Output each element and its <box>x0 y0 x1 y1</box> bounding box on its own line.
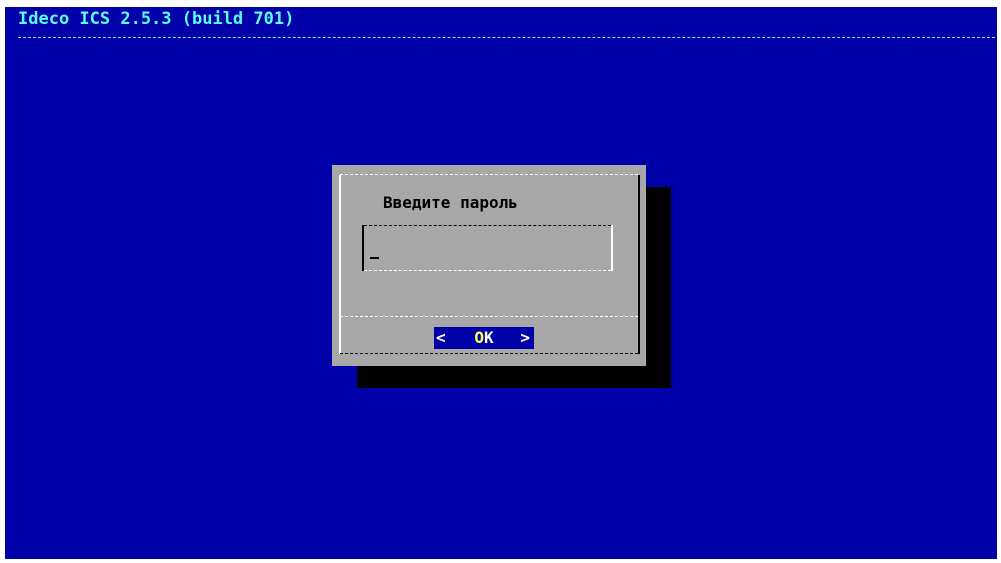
password-prompt: Введите пароль <box>383 193 518 212</box>
button-right-bracket: > <box>520 328 530 347</box>
console-screen: Ideco ICS 2.5.3 (build 701) Введите паро… <box>5 7 997 559</box>
ok-button-hotkey: O <box>474 328 484 347</box>
password-dialog: Введите пароль < OK > <box>332 165 646 366</box>
dialog-frame-top <box>340 174 638 175</box>
dialog-frame-left <box>339 175 341 354</box>
dialog-frame-right <box>638 175 640 354</box>
dialog-frame-bottom <box>340 353 638 354</box>
ok-button-label: OK <box>434 327 534 349</box>
password-input[interactable] <box>362 225 613 271</box>
ok-button[interactable]: < OK > <box>434 327 534 349</box>
dialog-button-separator <box>340 316 638 317</box>
text-cursor <box>370 257 379 259</box>
ok-button-label-rest: K <box>484 328 494 347</box>
backtitle-rule <box>18 37 995 38</box>
backtitle: Ideco ICS 2.5.3 (build 701) <box>18 9 295 29</box>
